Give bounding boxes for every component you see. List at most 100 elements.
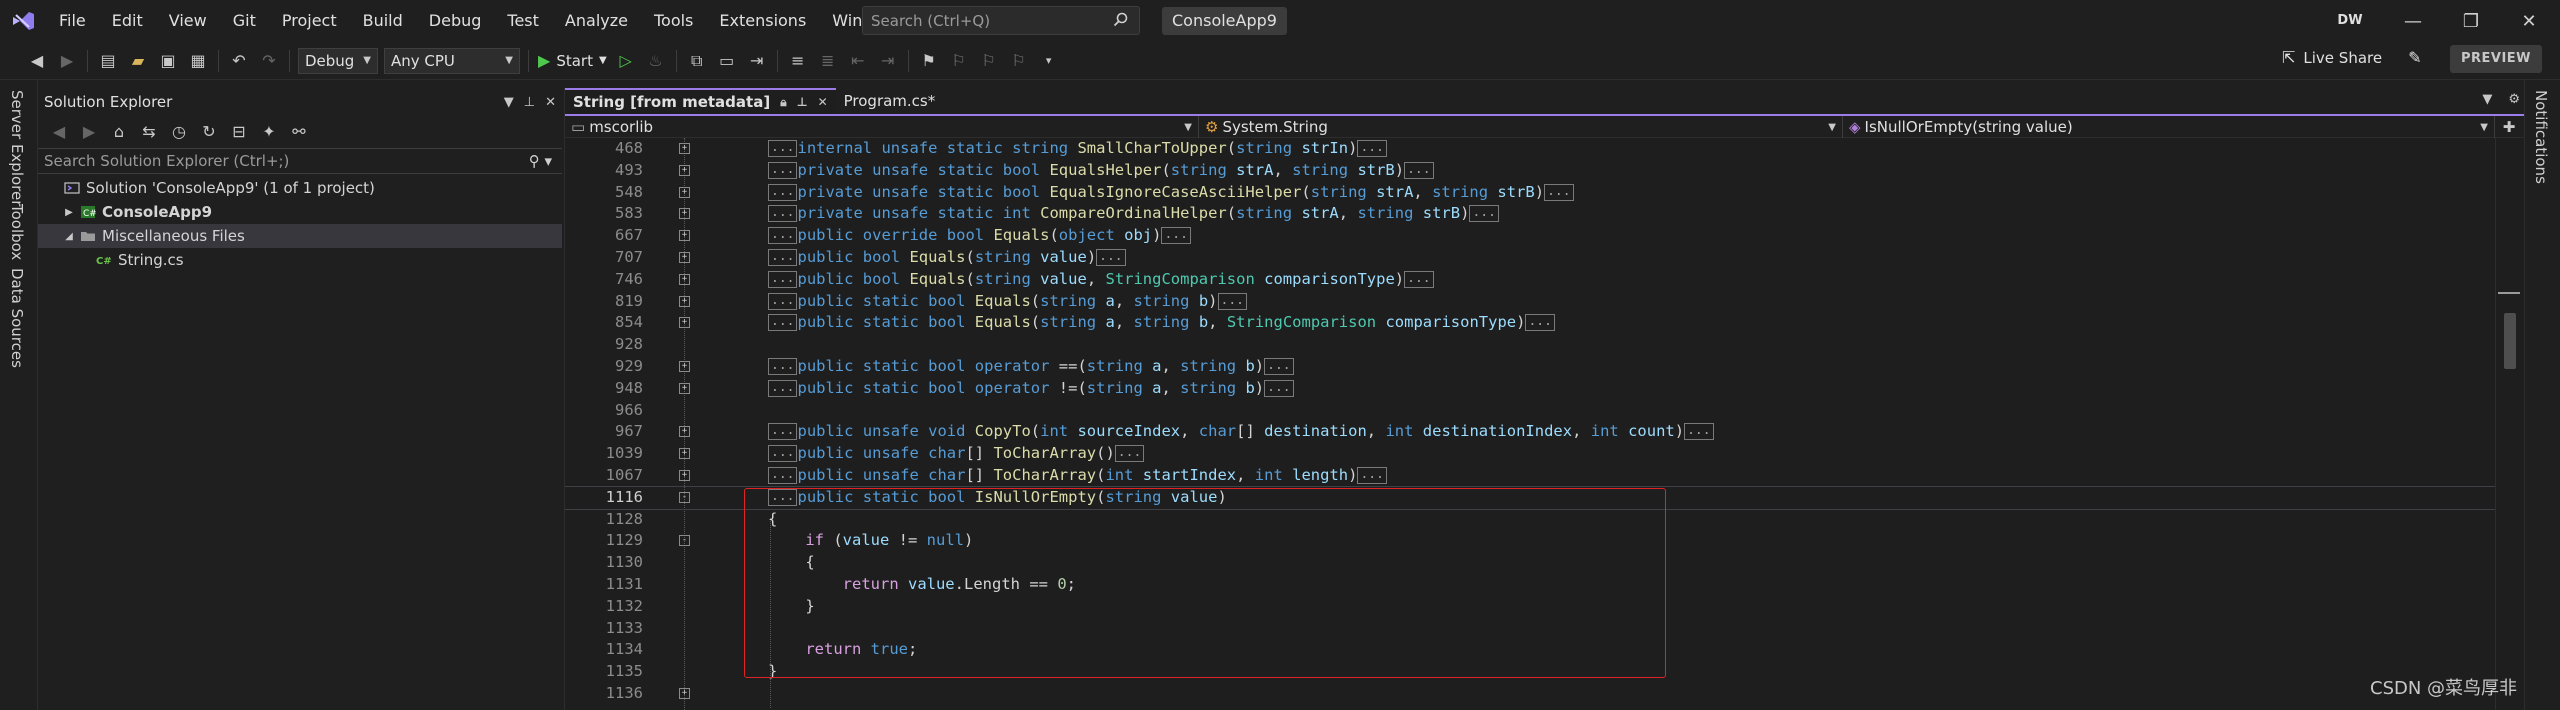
collapsed-region-marker[interactable]: ...: [1404, 270, 1434, 288]
back-icon[interactable]: ◀: [46, 118, 72, 144]
new-project-icon[interactable]: ▤: [95, 48, 121, 74]
collapsed-region-marker[interactable]: ...: [768, 205, 798, 223]
menu-item-test[interactable]: Test: [494, 0, 552, 42]
collapsed-region-marker[interactable]: ...: [1217, 292, 1247, 310]
sync-icon[interactable]: ↻: [196, 118, 222, 144]
expand-region-icon[interactable]: +: [679, 448, 690, 460]
type-dropdown[interactable]: ⚙ System.String ▼: [1199, 116, 1843, 138]
bookmark-icon[interactable]: ⚑: [916, 48, 942, 74]
expand-region-icon[interactable]: +: [679, 361, 690, 372]
expand-region-icon[interactable]: +: [679, 470, 690, 481]
collapsed-region-marker[interactable]: ...: [768, 183, 798, 201]
undo-icon[interactable]: ↶: [226, 48, 252, 74]
preview-badge[interactable]: PREVIEW: [2450, 45, 2542, 73]
collapsed-region-marker[interactable]: ...: [768, 292, 798, 310]
toolbar-overflow-icon[interactable]: ▾: [1036, 48, 1062, 74]
navigate-forward-icon[interactable]: ▶: [54, 48, 80, 74]
collapsed-region-marker[interactable]: ...: [1525, 314, 1555, 332]
code-line[interactable]: 1039 +... public unsafe char[] ToCharArray…: [565, 443, 2495, 465]
collapsed-region-marker[interactable]: ...: [1544, 183, 1574, 201]
collapsed-region-marker[interactable]: ...: [768, 467, 798, 484]
expand-region-icon[interactable]: +: [679, 252, 690, 263]
layout-icon[interactable]: ▭: [714, 48, 740, 74]
code-line[interactable]: 1067 +... public unsafe char[] ToCharArray…: [565, 465, 2495, 487]
tab-string-metadata[interactable]: String [from metadata] 🔒︎ ⊥ ✕: [565, 88, 836, 114]
close-panel-icon[interactable]: ✕: [545, 95, 556, 110]
switch-views-icon[interactable]: ⇆: [136, 118, 162, 144]
code-line[interactable]: 948 +... public static bool operator !=(st…: [565, 378, 2495, 400]
tree-item[interactable]: Solution 'ConsoleApp9' (1 of 1 project): [38, 176, 562, 200]
solution-search-input[interactable]: Search Solution Explorer (Ctrl+;) ⚲ ▾: [38, 148, 562, 174]
close-button[interactable]: ✕: [2500, 0, 2558, 42]
code-line[interactable]: 928: [565, 334, 2495, 356]
expand-region-icon[interactable]: +: [679, 164, 690, 176]
rail-tab-data-sources[interactable]: Data Sources: [8, 268, 26, 368]
avatar[interactable]: DW: [2334, 8, 2366, 34]
collapsed-region-marker[interactable]: ...: [768, 227, 798, 245]
expand-region-icon[interactable]: +: [679, 273, 690, 285]
collapsed-region-marker[interactable]: ...: [1684, 423, 1714, 441]
expand-region-icon[interactable]: +: [679, 186, 690, 198]
split-editor-icon[interactable]: ✚: [2495, 116, 2523, 137]
expand-region-icon[interactable]: +: [679, 230, 690, 242]
next-bookmark-icon[interactable]: ⚐: [976, 48, 1002, 74]
code-editor[interactable]: 468 +... internal unsafe static string Sma…: [565, 138, 2495, 710]
scrollbar-thumb[interactable]: [2504, 313, 2516, 369]
code-line[interactable]: 667 +... public override bool Equals(objec…: [565, 225, 2495, 247]
code-line[interactable]: 966: [565, 400, 2495, 422]
code-line[interactable]: 1116-... public static bool IsNullOrEmpty…: [565, 485, 2495, 510]
collapsed-region-marker[interactable]: ...: [1357, 140, 1387, 157]
close-tab-icon[interactable]: ✕: [818, 95, 828, 109]
menu-item-extensions[interactable]: Extensions: [706, 0, 819, 42]
tree-item[interactable]: C# String.cs: [38, 248, 562, 272]
clear-bookmarks-icon[interactable]: ⚐: [1006, 48, 1032, 74]
collapsed-region-marker[interactable]: ...: [1114, 445, 1145, 463]
collapsed-region-marker[interactable]: ...: [1264, 379, 1294, 397]
pending-changes-icon[interactable]: ◷: [166, 118, 192, 144]
code-line[interactable]: 1134 return true;: [565, 639, 2495, 661]
tree-item[interactable]: ◢ Miscellaneous Files: [38, 224, 562, 248]
code-line[interactable]: 1136 +: [565, 683, 2495, 705]
collapsed-region-marker[interactable]: ...: [768, 358, 798, 375]
expand-region-icon[interactable]: +: [679, 426, 690, 438]
project-dropdown[interactable]: ▭ mscorlib ▼: [565, 116, 1199, 138]
hot-reload-icon[interactable]: ♨: [643, 48, 669, 74]
code-line[interactable]: 583 +... private unsafe static int Compare…: [565, 203, 2495, 225]
start-without-debugging-icon[interactable]: ▷: [613, 48, 639, 74]
save-icon[interactable]: ▣: [155, 48, 181, 74]
expand-region-icon[interactable]: +: [679, 688, 690, 699]
collapsed-region-marker[interactable]: ...: [768, 161, 798, 179]
code-line[interactable]: 1128 {: [565, 509, 2495, 531]
rail-tab-server-explorer[interactable]: Server Explorer: [8, 90, 26, 206]
tab-list-dropdown-icon[interactable]: ▼: [2482, 92, 2492, 107]
visual-studio-logo-icon[interactable]: [0, 0, 46, 42]
collapsed-region-marker[interactable]: ...: [768, 314, 798, 332]
save-all-icon[interactable]: ▦: [185, 48, 211, 74]
collapsed-region-marker[interactable]: ...: [1404, 161, 1434, 179]
vertical-scrollbar[interactable]: [2495, 138, 2523, 710]
code-line[interactable]: 929 +... public static bool operator ==(st…: [565, 356, 2495, 378]
collapse-region-icon[interactable]: -: [679, 535, 690, 547]
expand-region-icon[interactable]: +: [679, 382, 690, 394]
code-line[interactable]: 1132 }: [565, 596, 2495, 618]
menu-item-git[interactable]: Git: [220, 0, 269, 42]
uncomment-icon[interactable]: ≣: [815, 48, 841, 74]
code-line[interactable]: 967 +... public unsafe void CopyTo(int sou…: [565, 421, 2495, 443]
rail-tab-toolbox[interactable]: Toolbox: [8, 204, 26, 260]
code-line[interactable]: 1130 {: [565, 552, 2495, 574]
expand-region-icon[interactable]: +: [679, 208, 690, 220]
restore-button[interactable]: ❐: [2442, 0, 2500, 42]
outdent-icon[interactable]: ⇥: [875, 48, 901, 74]
preview-selected-icon[interactable]: ⚯: [286, 118, 312, 144]
collapsed-region-marker[interactable]: ...: [768, 379, 798, 397]
home-icon[interactable]: ⌂: [106, 118, 132, 144]
collapsed-region-marker[interactable]: ...: [768, 423, 798, 441]
search-input[interactable]: Search (Ctrl+Q): [862, 6, 1140, 35]
collapsed-region-marker[interactable]: ...: [1161, 227, 1191, 245]
step-icon[interactable]: ⇥: [744, 48, 770, 74]
code-line[interactable]: 1131 return value.Length == 0;: [565, 574, 2495, 596]
collapsed-region-marker[interactable]: ...: [1096, 249, 1126, 266]
settings-icon[interactable]: ⚙: [2508, 92, 2520, 107]
feedback-icon[interactable]: ✎: [2408, 48, 2421, 67]
tab-program-cs[interactable]: Program.cs*: [836, 88, 944, 114]
